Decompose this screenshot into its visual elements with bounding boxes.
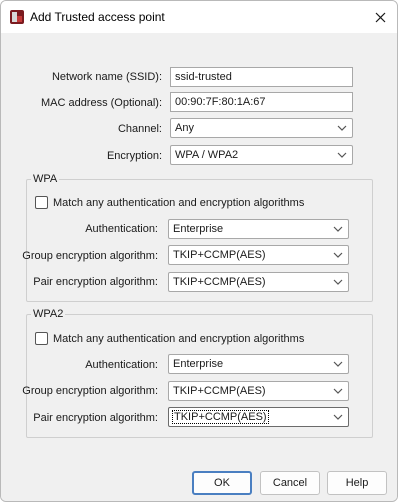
checkbox-box[interactable] (35, 332, 48, 345)
wpa2-group-label: Group encryption algorithm: (22, 385, 158, 397)
wpa2-auth-value: Enterprise (173, 358, 224, 370)
dialog-window: Add Trusted access point Network name (S… (0, 0, 398, 502)
window-title: Add Trusted access point (30, 10, 165, 24)
wpa-match-checkbox[interactable]: Match any authentication and encryption … (35, 196, 304, 209)
wpa2-match-label: Match any authentication and encryption … (53, 332, 305, 345)
encryption-value: WPA / WPA2 (175, 149, 239, 161)
mac-label: MAC address (Optional): (40, 97, 162, 109)
channel-label: Channel: (117, 123, 162, 135)
ssid-label: Network name (SSID): (51, 71, 162, 83)
wpa-group-label: Group encryption algorithm: (22, 250, 158, 262)
wpa-match-label: Match any authentication and encryption … (53, 196, 305, 209)
wpa-auth-label: Authentication: (85, 223, 158, 235)
wpa2-pair-select[interactable]: TKIP+CCMP(AES) (168, 407, 349, 427)
wpa-auth-value: Enterprise (173, 223, 224, 235)
wpa-pair-select[interactable]: TKIP+CCMP(AES) (168, 272, 349, 292)
wpa-pair-label: Pair encryption algorithm: (33, 276, 158, 288)
channel-value: Any (175, 122, 194, 134)
chevron-down-icon (337, 125, 347, 131)
chevron-down-icon (333, 414, 343, 420)
wpa2-legend: WPA2 (33, 308, 64, 320)
checkbox-box[interactable] (35, 196, 48, 209)
encryption-select[interactable]: WPA / WPA2 (170, 145, 353, 165)
mac-input[interactable]: 00:90:7F:80:1A:67 (170, 92, 353, 112)
help-button[interactable]: Help (327, 471, 387, 495)
wpa-group-value: TKIP+CCMP(AES) (173, 249, 266, 261)
wpa2-group-select[interactable]: TKIP+CCMP(AES) (168, 381, 349, 401)
wpa2-pair-value: TKIP+CCMP(AES) (172, 410, 269, 424)
chevron-down-icon (333, 252, 343, 258)
ok-button[interactable]: OK (192, 471, 252, 495)
chevron-down-icon (333, 361, 343, 367)
chevron-down-icon (337, 152, 347, 158)
wpa2-group-value: TKIP+CCMP(AES) (173, 385, 266, 397)
chevron-down-icon (333, 226, 343, 232)
wpa-group-select[interactable]: TKIP+CCMP(AES) (168, 245, 349, 265)
app-logo-icon (10, 10, 24, 24)
wpa-pair-value: TKIP+CCMP(AES) (173, 276, 266, 288)
close-button[interactable] (368, 5, 392, 29)
wpa2-pair-label: Pair encryption algorithm: (33, 412, 158, 424)
channel-select[interactable]: Any (170, 118, 353, 138)
encryption-label: Encryption: (106, 150, 162, 162)
close-icon (375, 12, 385, 22)
wpa2-auth-label: Authentication: (85, 359, 158, 371)
wpa2-auth-select[interactable]: Enterprise (168, 354, 349, 374)
chevron-down-icon (333, 388, 343, 394)
ssid-input[interactable]: ssid-trusted (170, 67, 353, 87)
title-bar: Add Trusted access point (1, 1, 397, 33)
chevron-down-icon (333, 279, 343, 285)
cancel-button[interactable]: Cancel (260, 471, 320, 495)
dialog-body: Network name (SSID): ssid-trusted MAC ad… (1, 33, 397, 501)
wpa-auth-select[interactable]: Enterprise (168, 219, 349, 239)
wpa-legend: WPA (33, 173, 58, 185)
wpa2-match-checkbox[interactable]: Match any authentication and encryption … (35, 332, 304, 345)
